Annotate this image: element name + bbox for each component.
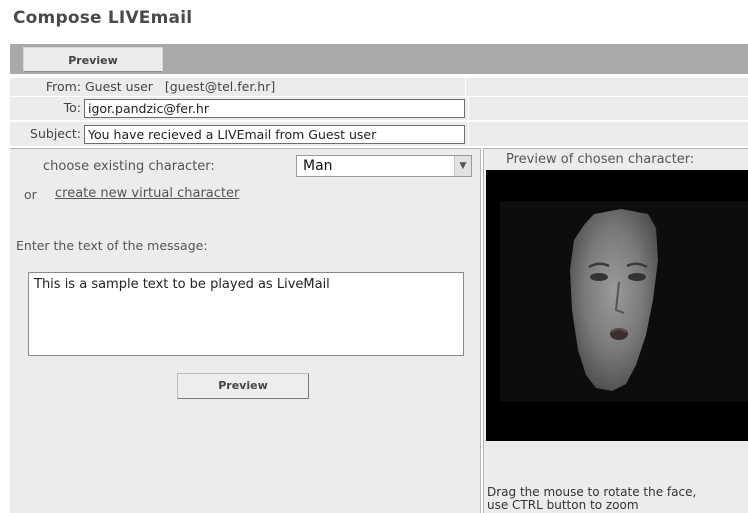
to-label: To: — [63, 100, 81, 115]
compose-panel: choose existing character: Man ▼ or crea… — [10, 148, 481, 513]
from-row: From: Guest user [guest@tel.fer.hr] — [10, 78, 748, 96]
character-select[interactable]: Man ▼ — [296, 155, 472, 177]
to-row: To: igor.pandzic@fer.hr — [10, 97, 748, 120]
character-preview-viewport[interactable] — [486, 170, 748, 441]
message-textarea[interactable]: This is a sample text to be played as Li… — [28, 272, 464, 356]
page-title: Compose LIVEmail — [13, 8, 193, 28]
or-label: or — [24, 187, 37, 202]
chevron-down-icon[interactable]: ▼ — [454, 156, 471, 176]
character-preview-panel: Preview of chosen character: Drag the mo… — [483, 148, 748, 513]
column-divider — [468, 97, 469, 120]
preview-caption-line2: use CTRL button to zoom — [487, 498, 639, 512]
character-select-value: Man — [303, 158, 333, 174]
from-label: From: — [45, 79, 81, 94]
from-value: Guest user [guest@tel.fer.hr] — [85, 79, 276, 94]
preview-button[interactable]: Preview — [177, 373, 309, 399]
create-character-link[interactable]: create new virtual character — [55, 186, 239, 201]
message-label: Enter the text of the message: — [16, 238, 208, 253]
preview-title: Preview of chosen character: — [506, 152, 695, 167]
column-divider — [468, 122, 469, 146]
to-field[interactable]: igor.pandzic@fer.hr — [84, 99, 465, 118]
face-model-image[interactable] — [486, 170, 748, 441]
choose-character-label: choose existing character: — [43, 159, 215, 174]
subject-label: Subject: — [30, 126, 81, 141]
subject-row: Subject: You have recieved a LIVEmail fr… — [10, 122, 748, 146]
preview-caption: Drag the mouse to rotate the face, use C… — [487, 486, 696, 512]
toolbar-preview-button[interactable]: Preview — [23, 47, 163, 72]
column-divider — [465, 78, 466, 96]
toolbar: Preview — [10, 44, 748, 74]
subject-field[interactable]: You have recieved a LIVEmail from Guest … — [84, 125, 465, 144]
